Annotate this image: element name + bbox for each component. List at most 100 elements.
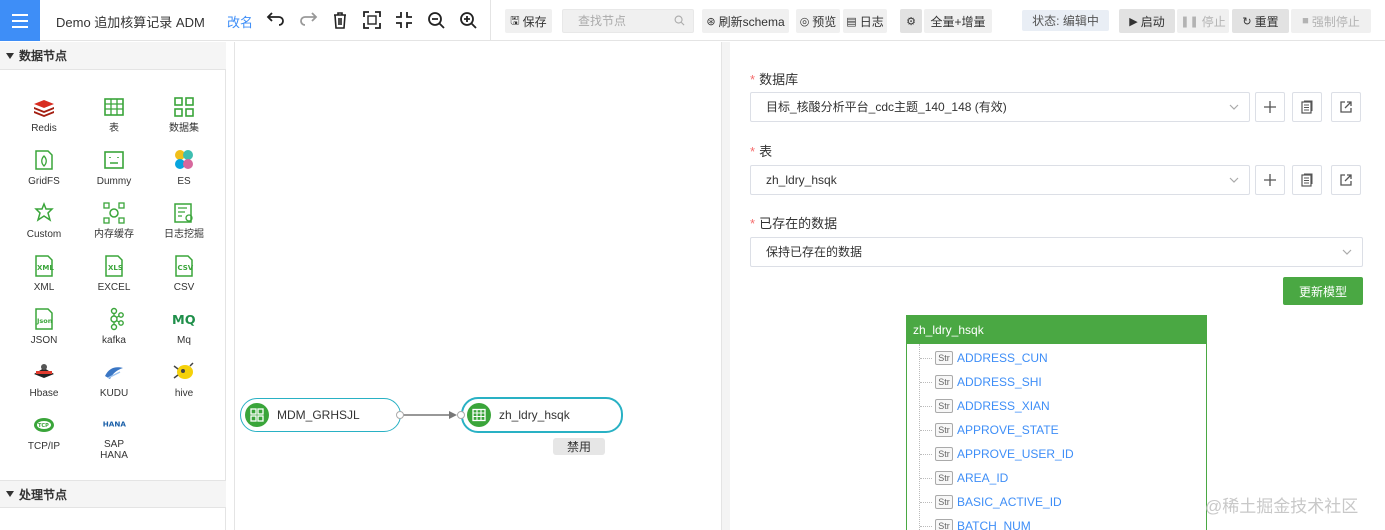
palette-node-memory-cache[interactable]: 内存缓存 bbox=[79, 196, 149, 249]
zoom-in-icon[interactable] bbox=[457, 9, 479, 31]
add-database-button[interactable] bbox=[1255, 92, 1285, 122]
undo-icon[interactable] bbox=[265, 9, 287, 31]
delete-icon[interactable] bbox=[329, 9, 351, 31]
string-type-badge: Str bbox=[935, 351, 953, 365]
svg-text:XML: XML bbox=[37, 264, 54, 272]
palette-node-label: TCP/IP bbox=[27, 441, 61, 452]
external-link-icon bbox=[1340, 101, 1352, 113]
zoom-out-icon[interactable] bbox=[425, 9, 447, 31]
palette-node-elasticsearch[interactable]: ES bbox=[149, 143, 219, 196]
log-mining-icon bbox=[171, 200, 197, 226]
target-node[interactable]: zh_ldry_hsqk bbox=[461, 397, 623, 433]
schema-field-row[interactable]: Str ADDRESS_XIAN bbox=[920, 394, 1050, 418]
tree-branch bbox=[920, 478, 932, 479]
palette-node-label: EXCEL bbox=[97, 282, 131, 293]
update-model-button[interactable]: 更新模型 bbox=[1283, 277, 1363, 305]
existing-data-value: 保持已存在的数据 bbox=[766, 245, 863, 259]
sync-mode-button[interactable]: 全量+增量 bbox=[924, 9, 992, 33]
play-icon: ▶ bbox=[1129, 15, 1138, 28]
palette-node-label: CSV bbox=[173, 282, 195, 293]
panel-splitter[interactable] bbox=[722, 42, 730, 530]
palette-node-table[interactable]: 表 bbox=[79, 90, 149, 143]
preview-button[interactable]: ◎ 预览 bbox=[796, 9, 840, 33]
palette-node-label: Mq bbox=[177, 335, 191, 346]
string-type-badge: Str bbox=[935, 495, 953, 509]
table-detail-button[interactable] bbox=[1292, 165, 1322, 195]
sap-hana-icon: HANA bbox=[101, 412, 127, 436]
search-placeholder: 查找节点 bbox=[578, 14, 627, 28]
palette-node-mq[interactable]: MQ Mq bbox=[149, 302, 219, 355]
disabled-tag[interactable]: 禁用 bbox=[553, 438, 605, 455]
palette-node-dummy[interactable]: Dummy bbox=[79, 143, 149, 196]
database-select[interactable]: 目标_核酸分析平台_cdc主题_140_148 (有效) bbox=[750, 92, 1250, 122]
table-open-button[interactable] bbox=[1331, 165, 1361, 195]
palette-node-custom[interactable]: Custom bbox=[9, 196, 79, 249]
palette-node-csv[interactable]: CSV CSV bbox=[149, 249, 219, 302]
start-label: 启动 bbox=[1140, 14, 1165, 29]
string-type-badge: Str bbox=[935, 375, 953, 389]
kafka-icon bbox=[101, 306, 127, 332]
flow-canvas[interactable] bbox=[234, 42, 722, 530]
palette-node-kafka[interactable]: kafka bbox=[79, 302, 149, 355]
hbase-icon bbox=[31, 359, 57, 385]
force-stop-button[interactable]: ■ 强制停止 bbox=[1291, 9, 1371, 33]
shrink-icon[interactable] bbox=[393, 9, 415, 31]
output-port[interactable] bbox=[396, 411, 404, 419]
refresh-schema-button[interactable]: ⊛ 刷新schema bbox=[702, 9, 789, 33]
schema-field-row[interactable]: Str AREA_ID bbox=[920, 466, 1008, 490]
add-table-button[interactable] bbox=[1255, 165, 1285, 195]
palette-node-gridfs[interactable]: GridFS bbox=[9, 143, 79, 196]
kudu-icon bbox=[101, 359, 127, 385]
save-button[interactable]: 🖫 保存 bbox=[505, 9, 552, 33]
schema-field-row[interactable]: Str APPROVE_USER_ID bbox=[920, 442, 1074, 466]
source-node[interactable]: MDM_GRHSJL bbox=[240, 398, 401, 432]
start-button[interactable]: ▶ 启动 bbox=[1119, 9, 1175, 33]
schema-field-row[interactable]: Str BASIC_ACTIVE_ID bbox=[920, 490, 1062, 514]
palette-node-excel[interactable]: XLS EXCEL bbox=[79, 249, 149, 302]
palette-node-label: Custom bbox=[26, 229, 62, 240]
status-badge: 状态: 编辑中 bbox=[1022, 10, 1109, 31]
rename-link[interactable]: 改名 bbox=[227, 12, 253, 31]
palette-node-label: GridFS bbox=[28, 176, 60, 187]
dummy-icon bbox=[101, 147, 127, 173]
refresh-schema-label: 刷新schema bbox=[718, 14, 785, 29]
hamburger-menu-icon[interactable] bbox=[0, 0, 40, 41]
palette-node-xml[interactable]: XML XML bbox=[9, 249, 79, 302]
database-detail-button[interactable] bbox=[1292, 92, 1322, 122]
existing-data-select[interactable]: 保持已存在的数据 bbox=[750, 237, 1363, 267]
table-select[interactable]: zh_ldry_hsqk bbox=[750, 165, 1250, 195]
palette-node-log-mining[interactable]: 日志挖掘 bbox=[149, 196, 219, 249]
existing-data-label-text: 已存在的数据 bbox=[759, 216, 838, 231]
log-button[interactable]: ▤ 日志 bbox=[843, 9, 887, 33]
palette-node-redis[interactable]: Redis bbox=[9, 90, 79, 143]
custom-icon bbox=[31, 200, 57, 226]
watermark: @稀土掘金技术社区 bbox=[1205, 497, 1359, 516]
palette-node-tcpip[interactable]: TCP TCP/IP bbox=[9, 408, 79, 461]
node-palette: 数据节点 Redis 表 数据集 GridFS Dummy ES Custom 内存缓存 日志挖… bbox=[0, 42, 226, 530]
reset-button[interactable]: ↻ 重置 bbox=[1232, 9, 1289, 33]
input-port[interactable] bbox=[457, 411, 465, 419]
palette-node-hive[interactable]: hive bbox=[149, 355, 219, 408]
settings-button[interactable]: ⚙ bbox=[900, 9, 922, 33]
palette-node-sap-hana[interactable]: HANA SAP HANA bbox=[79, 408, 149, 461]
svg-text:Json: Json bbox=[36, 317, 53, 325]
palette-node-kudu[interactable]: KUDU bbox=[79, 355, 149, 408]
palette-node-json[interactable]: Json JSON bbox=[9, 302, 79, 355]
schema-field-row[interactable]: Str ADDRESS_CUN bbox=[920, 346, 1048, 370]
redo-icon[interactable] bbox=[297, 9, 319, 31]
schema-field-row[interactable]: Str BATCH_NUM bbox=[920, 514, 1031, 530]
palette-node-label: SAP HANA bbox=[100, 439, 128, 461]
schema-field-row[interactable]: Str APPROVE_STATE bbox=[920, 418, 1059, 442]
schema-field-row[interactable]: Str ADDRESS_SHI bbox=[920, 370, 1042, 394]
string-type-badge: Str bbox=[935, 423, 953, 437]
data-nodes-header[interactable]: 数据节点 bbox=[0, 42, 226, 70]
palette-node-hbase[interactable]: Hbase bbox=[9, 355, 79, 408]
palette-node-dataset[interactable]: 数据集 bbox=[149, 90, 219, 143]
database-open-button[interactable] bbox=[1331, 92, 1361, 122]
palette-node-label: KUDU bbox=[99, 388, 129, 399]
node-config-panel: * 数据库 目标_核酸分析平台_cdc主题_140_148 (有效) * 表 zh_… bbox=[730, 42, 1385, 530]
fit-view-icon[interactable] bbox=[361, 9, 383, 31]
stop-button[interactable]: ❚❚ 停止 bbox=[1177, 9, 1229, 33]
search-node-input[interactable]: 查找节点 bbox=[562, 9, 694, 33]
process-nodes-header[interactable]: 处理节点 bbox=[0, 480, 226, 508]
